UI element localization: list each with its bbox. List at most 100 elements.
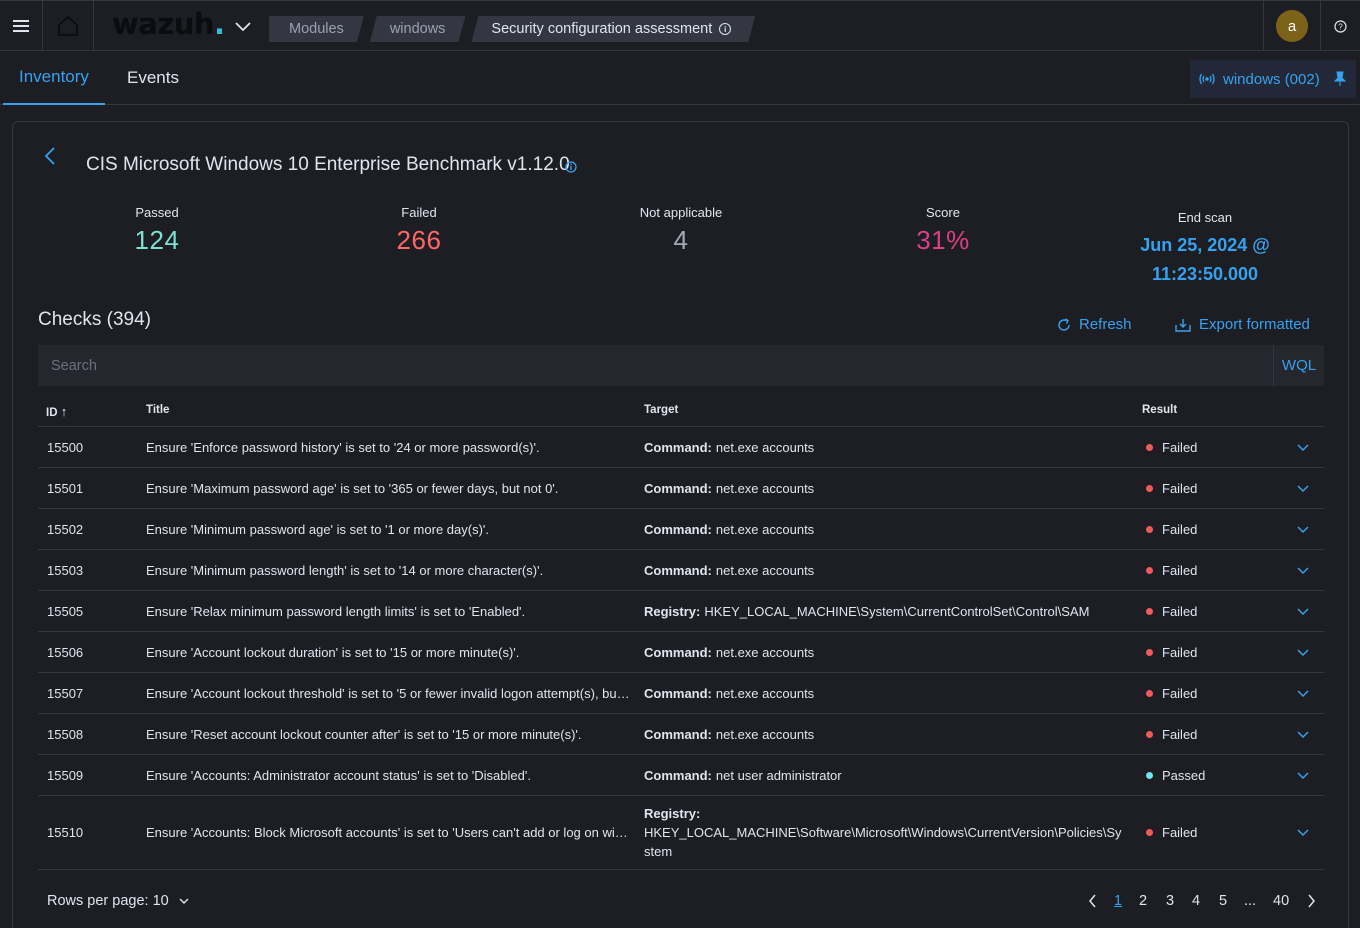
column-header-result[interactable]: Result [1142,404,1177,416]
cell-result: Failed [1146,632,1197,672]
user-menu-button[interactable]: a [1264,1,1320,51]
refresh-label: Refresh [1079,316,1132,333]
search-input[interactable] [38,345,1272,386]
breadcrumb-agent[interactable]: windows [370,16,466,42]
target-value: net.exe accounts [715,644,815,660]
target-value: net.exe accounts [715,439,815,455]
breadcrumb-modules[interactable]: Modules [269,16,364,42]
pagination-page[interactable]: 3 [1166,893,1174,909]
pagination-next-button[interactable] [1306,894,1316,912]
cell-target: Command: net.exe accounts [644,468,1128,508]
chevron-right-icon [1308,894,1315,908]
expand-row-button[interactable] [1296,427,1310,467]
cell-title: Ensure 'Minimum password age' is set to … [146,522,489,537]
wql-button[interactable]: WQL [1273,345,1324,386]
cell-title: Ensure 'Account lockout threshold' is se… [146,686,631,701]
pagination-page[interactable]: 4 [1192,893,1200,909]
cell-result: Failed [1146,591,1197,631]
result-label: Passed [1162,767,1206,783]
expand-row-button[interactable] [1296,714,1310,754]
export-formatted-button[interactable]: Export formatted [1175,316,1310,333]
refresh-button[interactable]: Refresh [1057,316,1132,333]
module-tabs: Inventory Events windows (002) [0,51,1360,105]
top-navigation-bar: wazuh. Modules windows Security configur… [0,0,1360,51]
tab-inventory[interactable]: Inventory [3,51,105,105]
cell-title: Ensure 'Reset account lockout counter af… [146,727,582,742]
expand-row-button[interactable] [1296,632,1310,672]
menu-toggle-button[interactable] [0,1,42,51]
table-row[interactable]: 15505 Ensure 'Relax minimum password leng… [38,591,1324,632]
status-dot [1146,566,1153,574]
column-header-title[interactable]: Title [146,404,169,416]
end-scan-date: Jun 25, 2024 @ [1140,235,1270,255]
target-type: Command: [644,726,712,742]
chevron-left-icon [44,147,55,165]
info-icon[interactable]: i [719,23,731,35]
result-label: Failed [1162,825,1198,840]
table-row[interactable]: 15502 Ensure 'Minimum password age' is se… [38,509,1324,550]
expand-row-button[interactable] [1296,591,1310,631]
result-label: Failed [1162,726,1198,742]
expand-row-button[interactable] [1296,509,1310,549]
cell-id: 15507 [47,685,84,701]
app-switcher-button[interactable] [228,1,258,51]
stat-label: Passed [135,205,179,220]
table-row[interactable]: 15509 Ensure 'Accounts: Administrator acc… [38,755,1324,796]
expand-row-button[interactable] [1296,673,1310,713]
status-dot [1146,607,1153,615]
pagination-prev-button[interactable] [1088,894,1098,912]
pagination-page[interactable]: 5 [1219,893,1227,909]
cell-title: Ensure 'Accounts: Block Microsoft accoun… [146,825,631,840]
table-row[interactable]: 15503 Ensure 'Minimum password length' is… [38,550,1324,591]
back-button[interactable] [44,146,56,172]
chevron-down-icon [1297,443,1309,451]
agent-selector[interactable]: windows (002) [1190,60,1356,98]
home-button[interactable] [43,1,93,51]
target-value: net.exe accounts [715,480,815,496]
wazuh-logo[interactable]: wazuh. [112,7,234,41]
stat-value: 266 [396,225,442,255]
refresh-icon [1058,317,1070,331]
cell-result: Failed [1146,796,1197,869]
target-type: Registry: [644,806,701,821]
pagination-page[interactable]: 2 [1139,893,1147,909]
table-row[interactable]: 15506 Ensure 'Account lockout duration' i… [38,632,1324,673]
column-header-target[interactable]: Target [644,404,678,416]
help-button[interactable]: ? [1321,1,1360,51]
target-type: Command: [644,439,712,455]
checks-table: ID ↑ Title Target Result 15500 Ensure 'En… [38,392,1324,870]
expand-row-button[interactable] [1296,550,1310,590]
stat-value: 124 [134,225,180,255]
checks-title: Checks (394) [38,309,151,330]
end-scan-time: 11:23:50.000 [1151,264,1259,284]
column-header-id[interactable]: ID ↑ [46,404,67,419]
expand-row-button[interactable] [1296,755,1310,795]
table-row[interactable]: 15508 Ensure 'Reset account lockout count… [38,714,1324,755]
tab-events[interactable]: Events [127,51,179,105]
expand-row-button[interactable] [1296,468,1310,508]
table-row[interactable]: 15501 Ensure 'Maximum password age' is se… [38,468,1324,509]
info-icon[interactable] [565,160,577,178]
cell-title: Ensure 'Enforce password history' is set… [146,440,540,455]
pagination-page[interactable]: 40 [1273,893,1289,909]
pin-icon[interactable] [1333,71,1346,87]
table-row[interactable]: 15510 Ensure 'Accounts: Block Microsoft a… [38,796,1324,870]
rows-per-page-selector[interactable]: Rows per page: 10 [47,893,190,909]
table-row[interactable]: 15507 Ensure 'Account lockout threshold' … [38,673,1324,714]
target-type: Command: [644,767,712,783]
stat-label: Score [926,205,960,220]
chevron-down-icon [1297,484,1309,492]
pagination-page[interactable]: 1 [1114,893,1122,909]
cell-title: Ensure 'Maximum password age' is set to … [146,481,559,496]
cell-id: 15508 [47,726,84,742]
result-label: Failed [1162,521,1198,537]
stat-label: Failed [401,205,437,220]
target-value: net.exe accounts [715,562,815,578]
chevron-left-icon [1089,894,1096,908]
expand-row-button[interactable] [1296,796,1310,869]
cell-result: Failed [1146,550,1197,590]
cell-id: 15500 [47,439,84,455]
table-row[interactable]: 15500 Ensure 'Enforce password history' i… [38,427,1324,468]
status-dot [1146,771,1153,779]
result-label: Failed [1162,603,1198,619]
